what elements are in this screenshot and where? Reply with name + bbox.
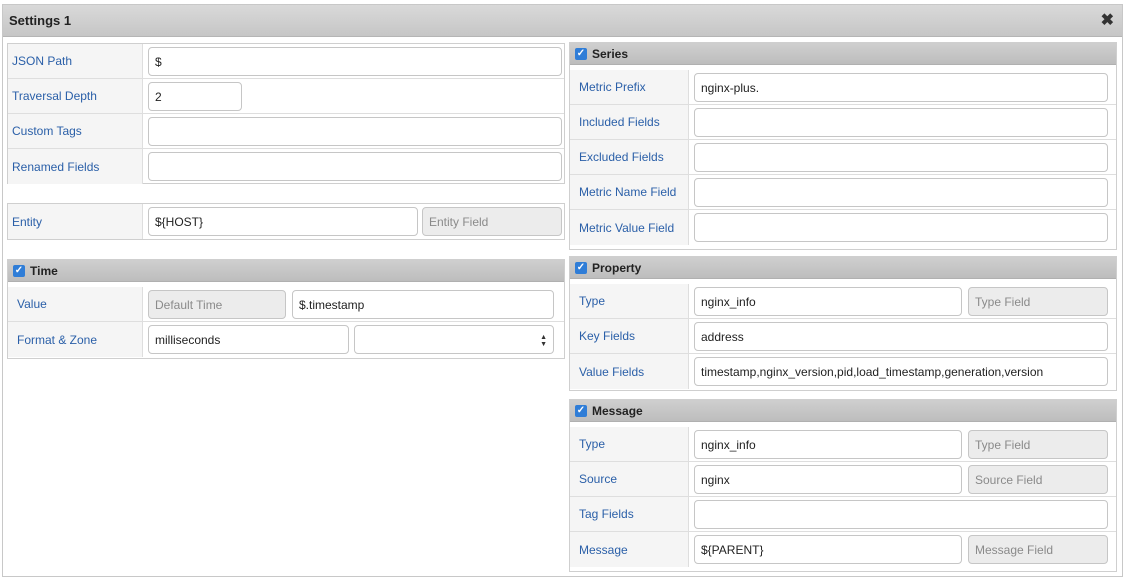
time-title: Time bbox=[30, 264, 58, 278]
included-fields-row: Included Fields bbox=[570, 105, 1116, 140]
title-bar: Settings 1 ✖ bbox=[3, 5, 1122, 37]
message-title: Message bbox=[592, 404, 643, 418]
message-field-input[interactable] bbox=[968, 535, 1108, 564]
custom-tags-row: Custom Tags bbox=[8, 114, 564, 149]
property-type-row: Type bbox=[570, 284, 1116, 319]
message-text-label: Message bbox=[570, 532, 689, 567]
series-checkbox[interactable]: ✓ bbox=[575, 48, 587, 60]
renamed-fields-label: Renamed Fields bbox=[8, 149, 143, 184]
traversal-depth-input[interactable] bbox=[148, 82, 242, 111]
message-panel: ✓ Message Type Source Tag Fields Message bbox=[569, 399, 1117, 572]
value-fields-label: Value Fields bbox=[570, 354, 689, 389]
message-header: ✓ Message bbox=[570, 400, 1116, 422]
message-source-field-input[interactable] bbox=[968, 465, 1108, 494]
custom-tags-input[interactable] bbox=[148, 117, 562, 146]
property-type-field-input[interactable] bbox=[968, 287, 1108, 316]
window-title: Settings 1 bbox=[9, 13, 72, 28]
tag-fields-row: Tag Fields bbox=[570, 497, 1116, 532]
entity-panel: Entity bbox=[7, 203, 565, 240]
time-zone-select[interactable]: ▲ ▼ bbox=[354, 325, 554, 354]
general-panel: JSON Path Traversal Depth Custom Tags Re… bbox=[7, 43, 565, 184]
key-fields-row: Key Fields bbox=[570, 319, 1116, 354]
json-path-input[interactable] bbox=[148, 47, 562, 76]
time-value-row: Value bbox=[8, 287, 564, 322]
message-text-input[interactable] bbox=[694, 535, 962, 564]
time-value-input[interactable] bbox=[292, 290, 554, 319]
key-fields-label: Key Fields bbox=[570, 319, 689, 353]
default-time-input[interactable] bbox=[148, 290, 286, 319]
metric-prefix-label: Metric Prefix bbox=[570, 70, 689, 104]
time-value-label: Value bbox=[8, 287, 143, 321]
tag-fields-label: Tag Fields bbox=[570, 497, 689, 531]
message-source-input[interactable] bbox=[694, 465, 962, 494]
message-type-field-input[interactable] bbox=[968, 430, 1108, 459]
property-panel: ✓ Property Type Key Fields Value Fields bbox=[569, 256, 1117, 391]
property-type-input[interactable] bbox=[694, 287, 962, 316]
value-fields-input[interactable] bbox=[694, 357, 1108, 386]
property-header: ✓ Property bbox=[570, 257, 1116, 279]
format-zone-row: Format & Zone ▲▼ bbox=[8, 322, 564, 357]
excluded-fields-input[interactable] bbox=[694, 143, 1108, 172]
time-format-input[interactable] bbox=[148, 325, 349, 354]
metric-value-field-input[interactable] bbox=[694, 213, 1108, 242]
entity-field-input[interactable] bbox=[422, 207, 562, 236]
entity-row: Entity bbox=[8, 204, 564, 239]
metric-name-field-row: Metric Name Field bbox=[570, 175, 1116, 210]
included-fields-label: Included Fields bbox=[570, 105, 689, 139]
property-title: Property bbox=[592, 261, 642, 275]
message-type-row: Type bbox=[570, 427, 1116, 462]
property-type-label: Type bbox=[570, 284, 689, 318]
message-source-label: Source bbox=[570, 462, 689, 496]
close-icon[interactable]: ✖ bbox=[1101, 10, 1114, 30]
time-header: ✓ Time bbox=[8, 260, 564, 282]
message-source-row: Source bbox=[570, 462, 1116, 497]
time-panel: ✓ Time Value Format & Zone ▲▼ bbox=[7, 259, 565, 359]
value-fields-row: Value Fields bbox=[570, 354, 1116, 389]
message-checkbox[interactable]: ✓ bbox=[575, 405, 587, 417]
tag-fields-input[interactable] bbox=[694, 500, 1108, 529]
entity-input[interactable] bbox=[148, 207, 418, 236]
json-path-label: JSON Path bbox=[8, 44, 143, 78]
series-header: ✓ Series bbox=[570, 43, 1116, 65]
time-checkbox[interactable]: ✓ bbox=[13, 265, 25, 277]
message-text-row: Message bbox=[570, 532, 1116, 567]
metric-name-field-label: Metric Name Field bbox=[570, 175, 689, 209]
renamed-fields-input[interactable] bbox=[148, 152, 562, 181]
format-zone-label: Format & Zone bbox=[8, 322, 143, 357]
metric-value-field-label: Metric Value Field bbox=[570, 210, 689, 245]
excluded-fields-label: Excluded Fields bbox=[570, 140, 689, 174]
key-fields-input[interactable] bbox=[694, 322, 1108, 351]
series-panel: ✓ Series Metric Prefix Included Fields E… bbox=[569, 42, 1117, 250]
select-arrows-icon: ▲ ▼ bbox=[540, 334, 547, 348]
metric-prefix-input[interactable] bbox=[694, 73, 1108, 102]
metric-value-field-row: Metric Value Field bbox=[570, 210, 1116, 245]
custom-tags-label: Custom Tags bbox=[8, 114, 143, 148]
settings-window: Settings 1 ✖ JSON Path Traversal Depth C… bbox=[2, 4, 1123, 577]
message-type-label: Type bbox=[570, 427, 689, 461]
excluded-fields-row: Excluded Fields bbox=[570, 140, 1116, 175]
metric-name-field-input[interactable] bbox=[694, 178, 1108, 207]
entity-label: Entity bbox=[8, 204, 143, 239]
included-fields-input[interactable] bbox=[694, 108, 1108, 137]
metric-prefix-row: Metric Prefix bbox=[570, 70, 1116, 105]
message-type-input[interactable] bbox=[694, 430, 962, 459]
traversal-depth-label: Traversal Depth bbox=[8, 79, 143, 113]
renamed-fields-row: Renamed Fields bbox=[8, 149, 564, 184]
property-checkbox[interactable]: ✓ bbox=[575, 262, 587, 274]
json-path-row: JSON Path bbox=[8, 44, 564, 79]
traversal-depth-row: Traversal Depth bbox=[8, 79, 564, 114]
series-title: Series bbox=[592, 47, 629, 61]
